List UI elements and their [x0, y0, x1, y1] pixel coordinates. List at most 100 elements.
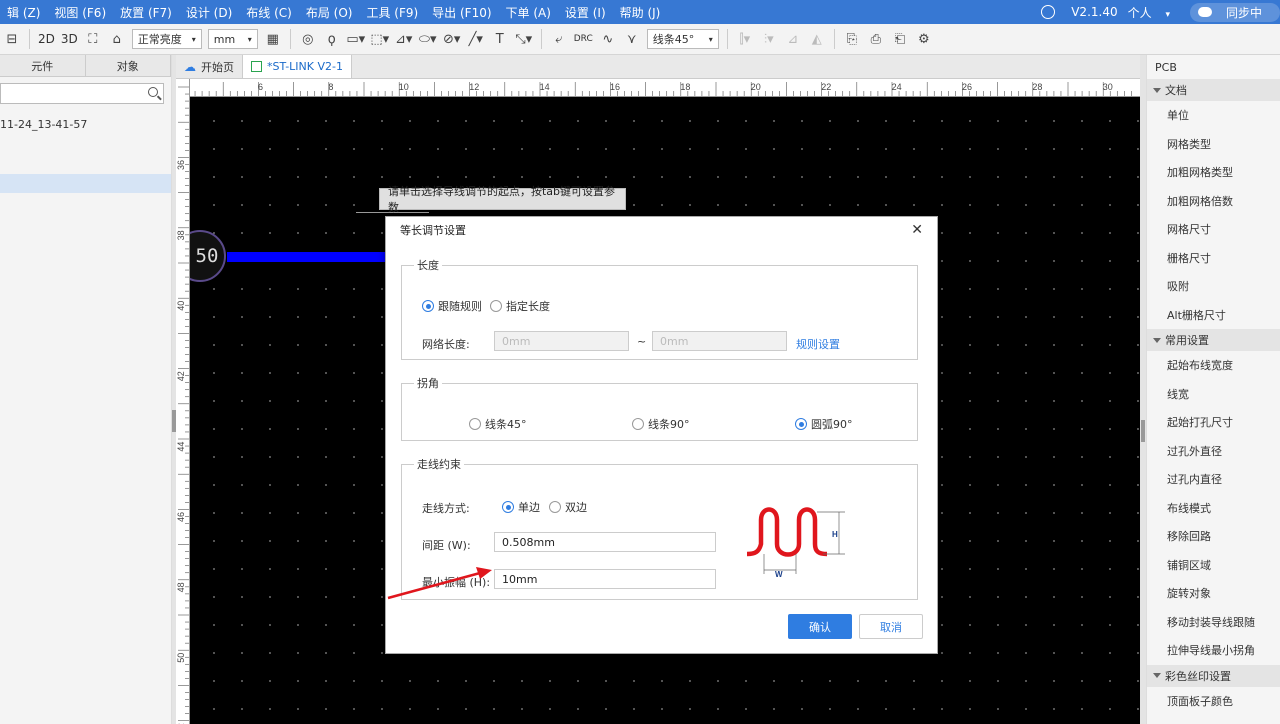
property-item[interactable]: 吸附 — [1147, 272, 1280, 301]
menu-item[interactable]: 辑 (Z) — [0, 4, 47, 21]
property-item[interactable]: 移除回路 — [1147, 522, 1280, 551]
zoom-fit-icon[interactable]: ⛶ — [83, 29, 103, 49]
gap-input[interactable]: 0.508mm — [494, 532, 716, 552]
property-item[interactable]: 拉伸导线最小拐角 — [1147, 636, 1280, 665]
grid-icon[interactable]: ▦ — [263, 29, 283, 49]
left-list-item[interactable]: 11-24_13-41-57 — [0, 118, 87, 131]
radio-line-90[interactable]: 线条90° — [632, 416, 690, 432]
radio-follow-rule-label: 跟随规则 — [438, 300, 482, 313]
menu-item[interactable]: 放置 (F7) — [113, 4, 179, 21]
property-item[interactable]: Alt栅格尺寸 — [1147, 301, 1280, 330]
drc-button[interactable]: DRC — [571, 28, 596, 50]
export-icon[interactable]: ⎙ — [866, 29, 886, 49]
line-mode-select[interactable]: 线条45° ▾ — [646, 29, 719, 49]
align-icon[interactable]: ⫿▾ — [735, 29, 755, 49]
search-icon[interactable] — [1041, 5, 1056, 19]
w-tag: W — [775, 570, 783, 579]
net-length-max-input[interactable]: 0mm — [652, 331, 787, 351]
no-connect-icon[interactable]: ⊘▾ — [442, 29, 462, 49]
board-setup-icon[interactable]: ⊟ — [2, 29, 22, 49]
property-item[interactable]: 网格尺寸 — [1147, 215, 1280, 244]
property-item[interactable]: 起始布线宽度 — [1147, 351, 1280, 380]
menu-item[interactable]: 设置 (I) — [558, 4, 613, 21]
property-item[interactable]: 旋转对象 — [1147, 579, 1280, 608]
right-splitter-handle[interactable] — [1141, 420, 1145, 442]
property-item[interactable]: 布线模式 — [1147, 494, 1280, 523]
tab-components[interactable]: 元件 — [0, 55, 86, 76]
radio-follow-rule[interactable]: 跟随规则 — [422, 298, 482, 314]
via-icon[interactable]: ◎ — [298, 29, 318, 49]
separator — [289, 29, 291, 49]
vertical-ruler-ticks: 363840424446485052 — [176, 86, 189, 724]
radio-line-45[interactable]: 线条45° — [469, 416, 527, 432]
brightness-icon[interactable]: ⌂ — [107, 29, 127, 49]
min-amplitude-input[interactable]: 10mm — [494, 569, 716, 589]
property-item[interactable]: 起始打孔尺寸 — [1147, 408, 1280, 437]
select-region-icon[interactable]: ⬚▾ — [370, 29, 390, 49]
menu-item[interactable]: 工具 (F9) — [359, 4, 425, 21]
tab-start-page[interactable]: ☁ 开始页 — [176, 55, 243, 78]
section-header[interactable]: 文档 — [1147, 79, 1280, 101]
menu-item[interactable]: 下单 (A) — [499, 4, 558, 21]
right-splitter[interactable] — [1140, 55, 1146, 724]
property-item[interactable]: 网格类型 — [1147, 130, 1280, 159]
line-icon[interactable]: ╱▾ — [466, 29, 486, 49]
left-search-input[interactable] — [0, 83, 164, 104]
property-item[interactable]: 过孔外直径 — [1147, 437, 1280, 466]
gerber-icon[interactable]: ⎘ — [842, 29, 862, 49]
unit-select[interactable]: mm ▾ — [207, 29, 258, 49]
rect-region-icon[interactable]: ▭▾ — [346, 29, 366, 49]
pcb-pad[interactable]: 50 — [190, 230, 226, 282]
tab-pcb-document[interactable]: *ST-LINK V2-1 — [243, 55, 352, 78]
menu-item[interactable]: 布线 (C) — [239, 4, 299, 21]
import-icon[interactable]: ⤶ — [549, 29, 569, 49]
property-item[interactable]: 栅格尺寸 — [1147, 244, 1280, 273]
menu-item[interactable]: 视图 (F6) — [47, 4, 113, 21]
user-menu[interactable]: 个人 ▾ — [1128, 4, 1180, 21]
tab-objects[interactable]: 对象 — [85, 55, 171, 76]
flip-icon[interactable]: ⊿ — [783, 29, 803, 49]
menu-item[interactable]: 帮助 (J) — [613, 4, 668, 21]
radio-double-side[interactable]: 双边 — [549, 499, 587, 515]
pin-icon[interactable]: ϙ — [322, 29, 342, 49]
search-icon[interactable] — [148, 87, 158, 97]
confirm-button[interactable]: 确认 — [788, 614, 852, 639]
ellipse-icon[interactable]: ⬭▾ — [418, 29, 438, 49]
fanout-icon[interactable]: ⋎ — [622, 29, 642, 49]
distribute-icon[interactable]: ⫶▾ — [759, 29, 779, 49]
radio-arc-90[interactable]: 圆弧90° — [795, 416, 853, 432]
left-list-selection[interactable] — [0, 174, 171, 193]
property-item[interactable]: 铺铜区域 — [1147, 551, 1280, 580]
property-item[interactable]: 线宽 — [1147, 380, 1280, 409]
radio-specify-length[interactable]: 指定长度 — [490, 298, 550, 314]
dimension-icon[interactable]: ⤡▾ — [514, 29, 534, 49]
bom-icon[interactable]: ⎗ — [890, 29, 910, 49]
view-2d-button[interactable]: 2D — [35, 28, 58, 50]
gear-icon[interactable]: ⚙ — [914, 29, 934, 49]
sync-button[interactable]: 同步中 — [1189, 2, 1280, 22]
menu-item[interactable]: 设计 (D) — [179, 4, 239, 21]
property-item[interactable]: 顶面板子颜色 — [1147, 687, 1280, 716]
net-length-min-input[interactable]: 0mm — [494, 331, 629, 351]
cancel-button[interactable]: 取消 — [859, 614, 923, 639]
property-item[interactable]: 移动封装导线跟随 — [1147, 608, 1280, 637]
menu-item[interactable]: 布局 (O) — [299, 4, 360, 21]
mirror-icon[interactable]: ◭ — [807, 29, 827, 49]
property-item[interactable]: 加粗网格类型 — [1147, 158, 1280, 187]
brightness-select[interactable]: 正常亮度 ▾ — [131, 29, 202, 49]
section-header[interactable]: 常用设置 — [1147, 329, 1280, 351]
property-item[interactable]: 单位 — [1147, 101, 1280, 130]
h-tag: H — [832, 530, 838, 539]
rule-settings-link[interactable]: 规则设置 — [796, 336, 840, 352]
property-item[interactable]: 过孔内直径 — [1147, 465, 1280, 494]
menu-item[interactable]: 导出 (F10) — [425, 4, 498, 21]
view-3d-button[interactable]: 3D — [58, 28, 81, 50]
route-icon[interactable]: ∿ — [598, 29, 618, 49]
text-icon[interactable]: T — [490, 29, 510, 49]
radio-single-side[interactable]: 单边 — [502, 499, 540, 515]
polygon-icon[interactable]: ⊿▾ — [394, 29, 414, 49]
separator — [29, 29, 30, 49]
section-header[interactable]: 彩色丝印设置 — [1147, 664, 1280, 687]
close-icon[interactable]: ✕ — [911, 222, 923, 238]
property-item[interactable]: 加粗网格倍数 — [1147, 187, 1280, 216]
